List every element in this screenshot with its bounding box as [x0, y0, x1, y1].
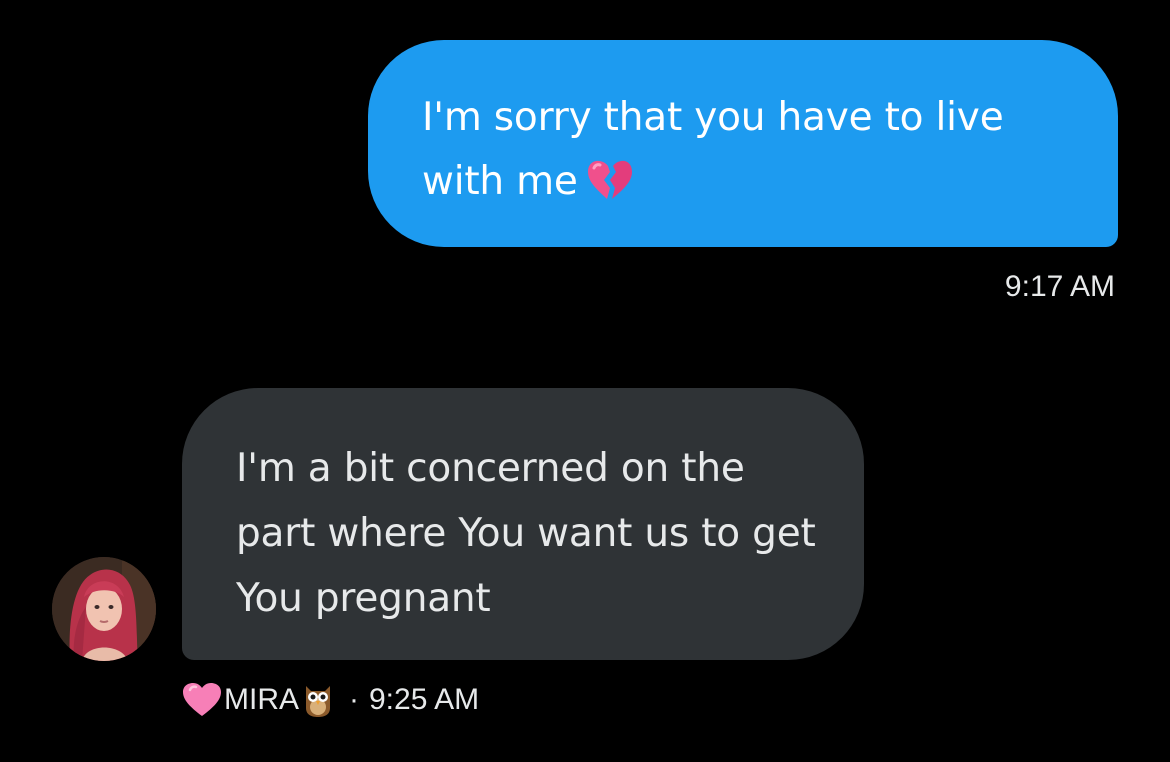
meta-separator: · [349, 683, 359, 716]
sent-message-bubble[interactable]: I'm sorry that you have to live with me [368, 40, 1118, 247]
owl-icon [306, 686, 330, 717]
received-message-bubble[interactable]: I'm a bit concerned on the part where Yo… [182, 388, 864, 660]
avatar-image [52, 557, 156, 661]
sent-message-text: I'm sorry that you have to live with me [422, 86, 1088, 214]
broken-heart-icon [587, 160, 632, 199]
sent-message-body: I'm sorry that you have to live with me [422, 95, 1004, 204]
sent-message-timestamp: 9:17 AM [1004, 270, 1115, 303]
received-message-text: I'm a bit concerned on the part where Yo… [236, 446, 816, 621]
received-message-timestamp: 9:25 AM [369, 683, 480, 716]
received-message-meta: MIRA · 9:25 AM [182, 680, 479, 720]
sender-name[interactable]: MIRA [224, 683, 299, 717]
pink-heart-icon [183, 683, 221, 716]
sender-avatar[interactable] [52, 557, 156, 661]
